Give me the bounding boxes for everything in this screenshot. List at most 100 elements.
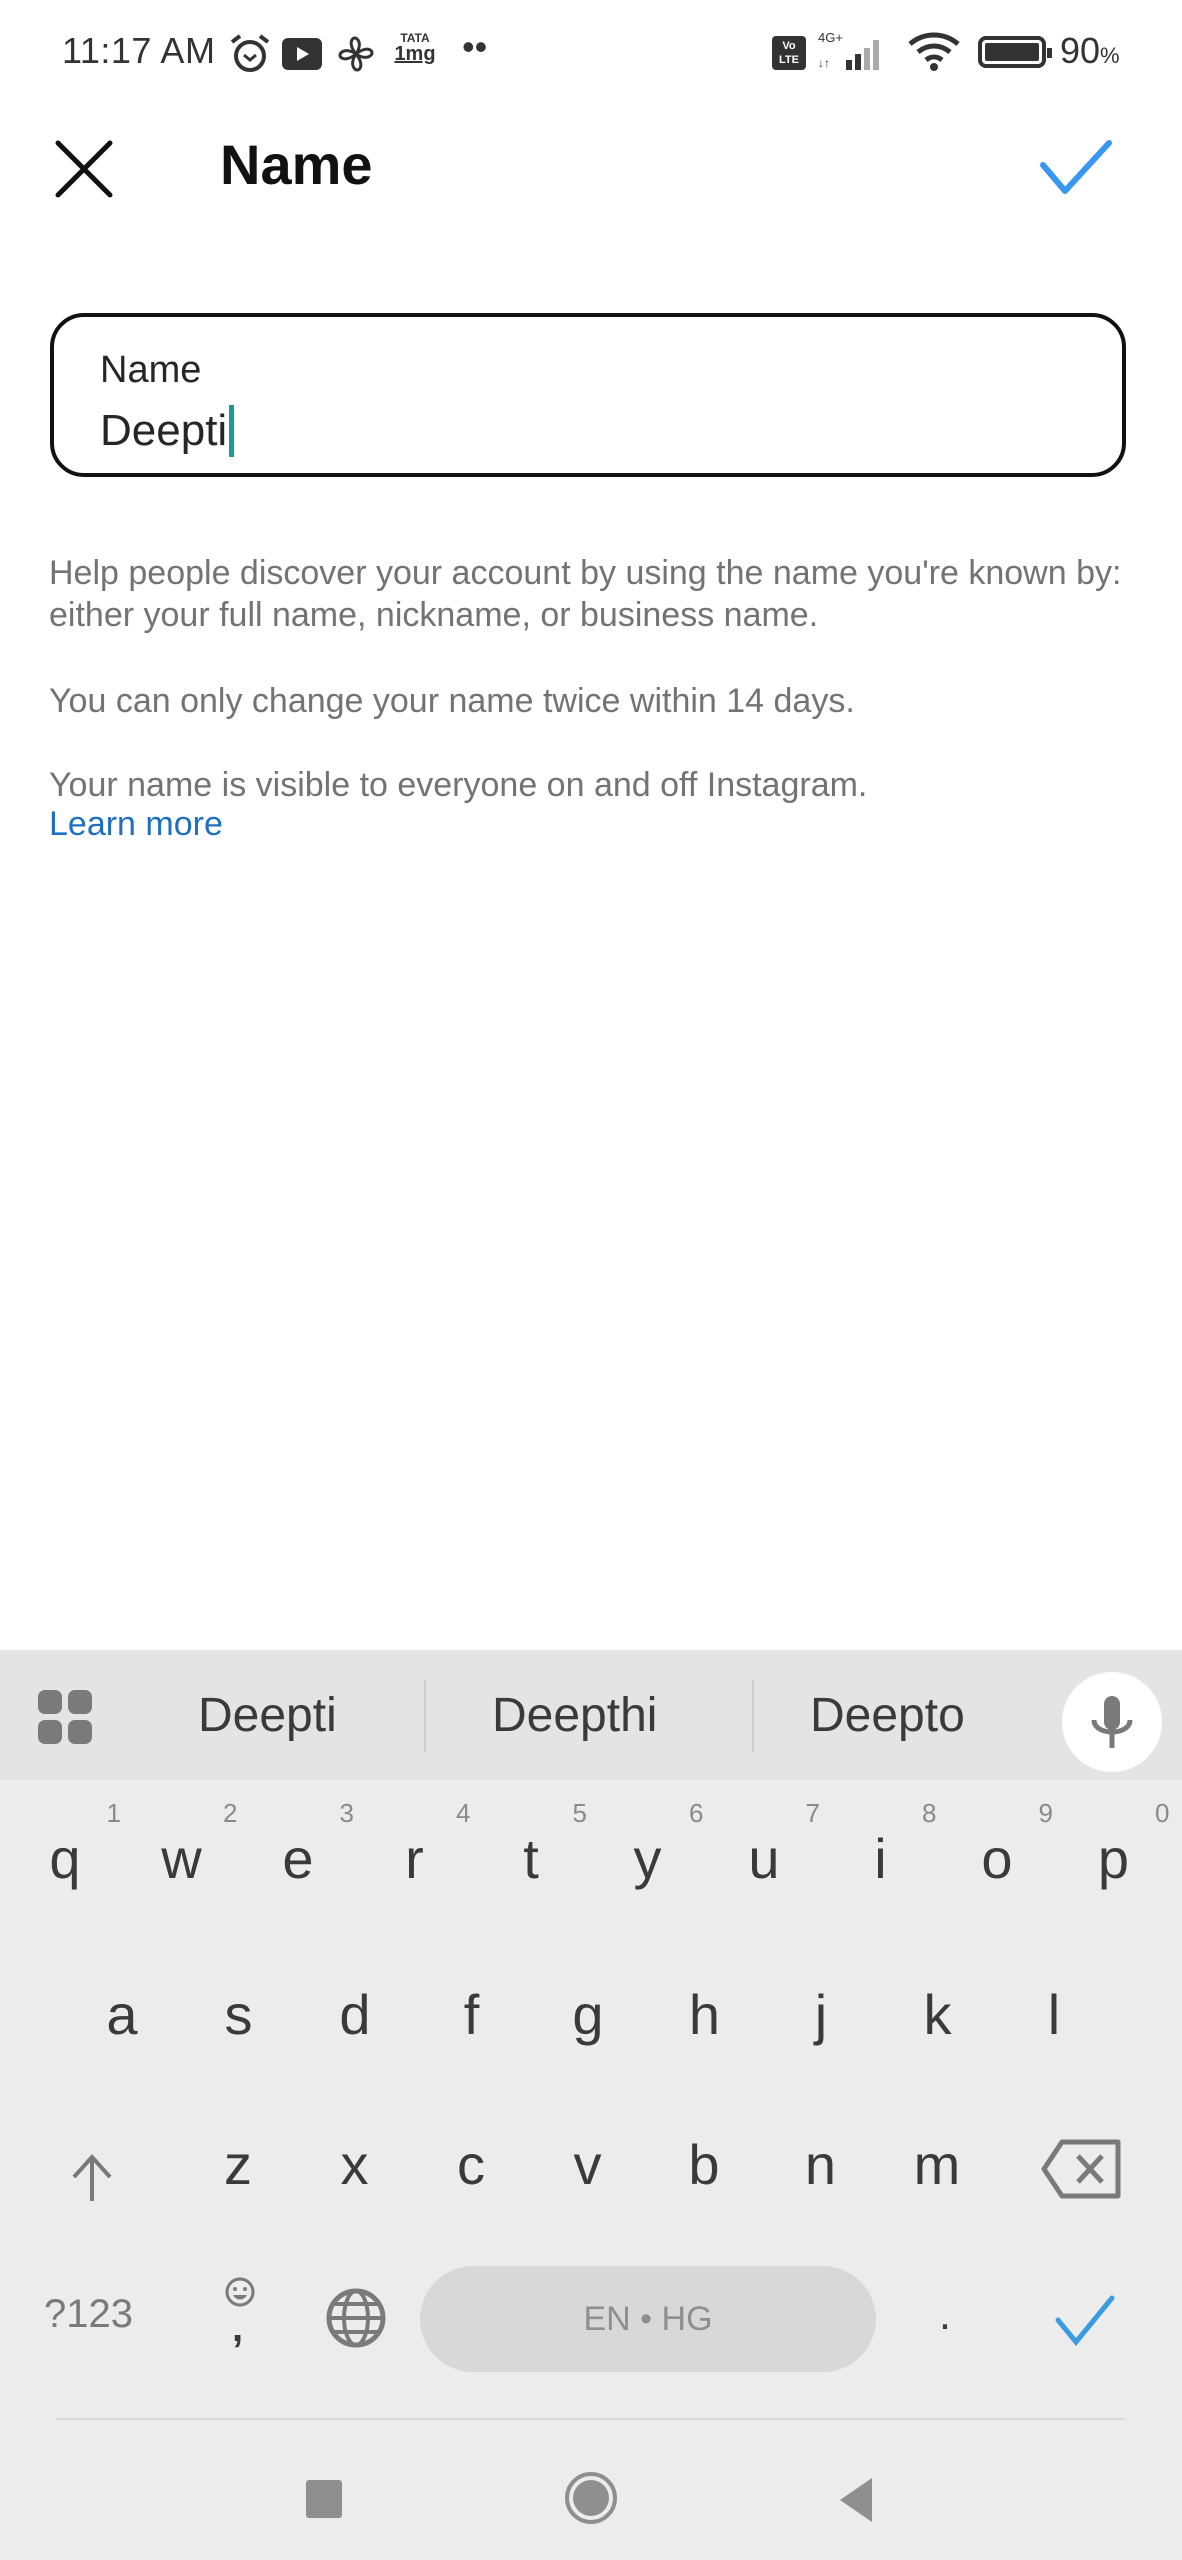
- key-x[interactable]: x: [305, 2132, 405, 2197]
- key-q[interactable]: q1: [15, 1798, 121, 1891]
- key-label: k: [923, 1983, 952, 2046]
- key-j[interactable]: j: [771, 1982, 871, 2047]
- key-label: h: [688, 1983, 721, 2046]
- status-bar: 11:17 AM TATA 1mg •• Vo LTE 4G+ ↓↑ 90%: [0, 0, 1182, 105]
- enter-done-key[interactable]: [1050, 2290, 1120, 2350]
- key-label: y: [633, 1827, 662, 1890]
- globe-icon: [326, 2288, 386, 2348]
- key-t[interactable]: t5: [481, 1798, 587, 1891]
- key-label: c: [457, 2133, 485, 2196]
- key-number-hint: 5: [572, 1798, 587, 1828]
- backspace-key[interactable]: [1040, 2134, 1124, 2204]
- done-button[interactable]: [1035, 135, 1115, 201]
- key-f[interactable]: f: [422, 1982, 522, 2047]
- key-label: g: [572, 1983, 604, 2046]
- key-r[interactable]: r4: [365, 1798, 470, 1891]
- period-key[interactable]: .: [920, 2290, 970, 2340]
- name-field-value[interactable]: Deepti: [100, 405, 235, 457]
- key-number-hint: 8: [922, 1798, 937, 1828]
- key-number-hint: 2: [223, 1798, 238, 1828]
- key-p[interactable]: p0: [1064, 1798, 1170, 1891]
- key-l[interactable]: l: [1004, 1982, 1104, 2047]
- recent-apps-button[interactable]: [306, 2480, 342, 2518]
- backspace-icon: [1041, 2139, 1121, 2199]
- key-u[interactable]: u7: [714, 1798, 820, 1891]
- symbols-key[interactable]: ?123: [44, 2292, 133, 2337]
- status-time: 11:17 AM: [62, 30, 216, 71]
- name-input[interactable]: Name Deepti: [50, 313, 1126, 477]
- key-number-hint: 4: [456, 1798, 471, 1828]
- key-number-hint: 0: [1155, 1798, 1170, 1828]
- suggestion-divider: [752, 1680, 754, 1752]
- help-text-visibility: Your name is visible to everyone on and …: [49, 766, 868, 804]
- shift-arrow-icon: [72, 2154, 112, 2201]
- shift-key[interactable]: [62, 2149, 122, 2209]
- check-icon: [1055, 2295, 1115, 2346]
- key-g[interactable]: g: [538, 1982, 638, 2047]
- youtube-icon: [282, 38, 322, 70]
- key-d[interactable]: d: [305, 1982, 405, 2047]
- name-field-label: Name: [100, 349, 202, 391]
- name-value-text: Deepti: [100, 406, 228, 455]
- volte-icon: Vo LTE: [772, 36, 806, 70]
- key-w[interactable]: w2: [132, 1798, 237, 1891]
- key-label: t: [523, 1827, 539, 1890]
- key-label: p: [1097, 1827, 1130, 1890]
- key-y[interactable]: y6: [598, 1798, 704, 1891]
- learn-more-link[interactable]: Learn more: [49, 805, 223, 844]
- key-c[interactable]: c: [421, 2132, 521, 2197]
- close-button[interactable]: [52, 135, 118, 201]
- key-label: q: [49, 1827, 81, 1890]
- key-label: m: [913, 2133, 961, 2196]
- voice-input-button[interactable]: [1062, 1672, 1162, 1772]
- key-label: x: [340, 2133, 369, 2196]
- key-label: w: [161, 1827, 202, 1890]
- key-label: b: [688, 2133, 720, 2196]
- comma-label: ,: [232, 2306, 244, 2350]
- space-bar[interactable]: EN • HG: [420, 2266, 876, 2372]
- key-number-hint: 1: [106, 1798, 121, 1828]
- key-label: n: [804, 2133, 837, 2196]
- key-label: s: [224, 1983, 253, 2046]
- key-label: r: [405, 1827, 424, 1890]
- key-s[interactable]: s: [189, 1982, 289, 2047]
- key-label: e: [282, 1827, 314, 1890]
- key-number-hint: 3: [339, 1798, 354, 1828]
- key-label: z: [224, 2133, 252, 2196]
- page-title: Name: [220, 133, 373, 196]
- back-triangle-icon: [840, 2478, 872, 2522]
- back-button[interactable]: [836, 2476, 876, 2524]
- language-key[interactable]: [324, 2286, 388, 2350]
- microphone-icon: [1091, 1696, 1133, 1748]
- suggestion-1[interactable]: Deepti: [198, 1688, 337, 1743]
- suggestion-3[interactable]: Deepto: [810, 1688, 965, 1743]
- key-m[interactable]: m: [887, 2132, 987, 2197]
- key-z[interactable]: z: [188, 2132, 288, 2197]
- key-label: i: [874, 1827, 887, 1890]
- key-e[interactable]: e3: [248, 1798, 354, 1891]
- key-a[interactable]: a: [72, 1982, 172, 2047]
- suggestion-2[interactable]: Deepthi: [492, 1688, 657, 1743]
- key-i[interactable]: i8: [831, 1798, 936, 1891]
- key-v[interactable]: v: [538, 2132, 638, 2197]
- key-h[interactable]: h: [655, 1982, 755, 2047]
- key-label: d: [339, 1983, 371, 2046]
- key-label: j: [814, 1983, 828, 2046]
- wifi-icon: [908, 32, 960, 71]
- key-n[interactable]: n: [771, 2132, 871, 2197]
- key-label: o: [981, 1827, 1013, 1890]
- suggestion-divider: [424, 1680, 426, 1752]
- keyboard-menu-button[interactable]: [38, 1690, 94, 1746]
- tata-1mg-icon: TATA 1mg: [394, 31, 436, 65]
- key-k[interactable]: k: [888, 1982, 988, 2047]
- emoji-comma-key[interactable]: ,: [218, 2272, 262, 2362]
- key-label: l: [1047, 1983, 1061, 2046]
- help-text-discover: Help people discover your account by usi…: [49, 554, 1122, 634]
- home-button[interactable]: [563, 2470, 619, 2526]
- alarm-icon: [230, 34, 270, 72]
- battery-icon: [978, 36, 1052, 68]
- key-o[interactable]: o9: [947, 1798, 1053, 1891]
- key-b[interactable]: b: [654, 2132, 754, 2197]
- key-label: u: [748, 1827, 780, 1890]
- more-notifications-icon: ••: [462, 26, 488, 67]
